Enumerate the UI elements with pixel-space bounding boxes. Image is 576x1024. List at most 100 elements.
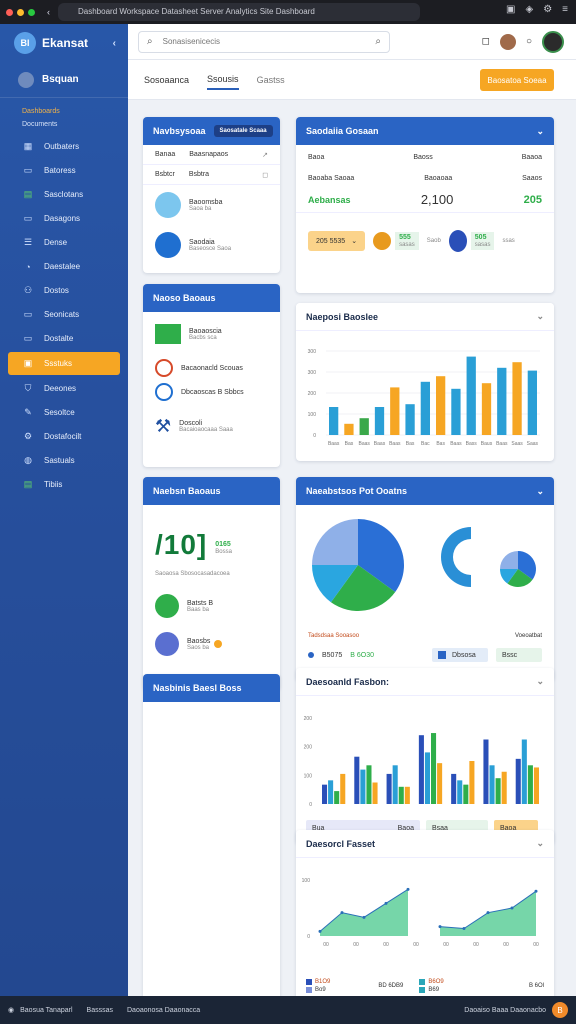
donut-arc <box>441 527 471 587</box>
sidebar-item-3[interactable]: ▭ Dasagons <box>0 207 128 230</box>
card-a-pill[interactable]: Saosatale Scaaa <box>213 125 273 137</box>
status-icon[interactable]: ○ <box>526 36 532 47</box>
card-c-item3[interactable]: Dbcaoscas B Sbbcs <box>143 380 280 404</box>
card-e-header: Naebsn Baoaus <box>143 477 280 505</box>
coin-icon <box>373 232 392 250</box>
sidebar-item-5[interactable]: ◔ Daestalee <box>0 255 128 278</box>
card-f-legend-1[interactable]: Dbsosa <box>432 648 488 662</box>
sidebar-item-0[interactable]: ▦ Outbaters <box>0 135 128 158</box>
minimize-dot[interactable] <box>17 8 24 16</box>
user-avatar[interactable] <box>499 33 516 50</box>
bar <box>374 407 385 435</box>
sidebar-item-12[interactable]: ⚙ Dostafocilt <box>0 425 128 448</box>
pie-slice <box>312 519 358 565</box>
account-avatar[interactable] <box>542 30 564 53</box>
search-box[interactable]: ⌕ ⌕ <box>138 30 390 53</box>
sidebar-item-1[interactable]: ▭ Batoress <box>0 159 128 182</box>
sidebar-item-4[interactable]: ☰ Dense <box>0 231 128 254</box>
footer-left[interactable]: Baosua Tanaparl <box>20 1007 72 1014</box>
card-e-item2-sub: Saos ba <box>187 644 210 651</box>
bar <box>372 782 378 804</box>
sidebar-item-11[interactable]: ✎ Sesoltce <box>0 401 128 424</box>
tab-other[interactable]: Gastss <box>257 71 285 89</box>
card-a-row1-value: Baasnapaos <box>189 151 229 158</box>
status-dot-icon <box>214 640 223 648</box>
sidebar-item-13[interactable]: ◍ Sastuals <box>0 449 128 472</box>
tabs-icon[interactable]: ▣ <box>506 4 515 15</box>
sidebar-item-10[interactable]: ⛉ Deeones <box>0 377 128 400</box>
card-c-item3-name: Dbcaoscas B Sbbcs <box>181 388 244 396</box>
card-h-title: Daesoanld Fasbon: <box>306 676 390 687</box>
profile-row[interactable]: Bsquan <box>0 62 128 98</box>
x-tick-label: Baas <box>359 441 371 447</box>
x-tick-label: 00 <box>533 942 539 948</box>
address-bar[interactable]: Dashboard Workspace Datasheet Server Ana… <box>58 3 420 21</box>
collapse-icon[interactable]: ‹ <box>113 38 116 49</box>
sidebar-item-7[interactable]: ▭ Seonicats <box>0 303 128 326</box>
footer-badge[interactable]: B <box>552 1002 568 1018</box>
chevron-down-icon[interactable]: ⌄ <box>536 676 544 687</box>
chevron-down-icon[interactable]: ⌄ <box>536 838 544 849</box>
mini-pie-slice <box>500 551 518 569</box>
bar <box>512 362 522 435</box>
globe-icon <box>155 594 179 618</box>
bar <box>354 756 360 804</box>
footer-mid2[interactable]: Daoaonosa Daaonacca <box>127 1007 200 1014</box>
sidebar-item-8[interactable]: ▭ Dostalte <box>0 327 128 350</box>
shield-icon: ⛉ <box>24 383 32 393</box>
bar <box>469 761 475 804</box>
chat-icon: ◔ <box>25 261 31 272</box>
card-e-big-value: /10] <box>155 529 208 560</box>
info-icon[interactable]: ◻ <box>262 171 268 179</box>
x-tick-label: Bas <box>406 441 415 447</box>
sidebar-item-6[interactable]: ⚇ Dostos <box>0 279 128 302</box>
sidebar: BI Ekansat ‹ Bsquan Dashboards Documents… <box>0 24 128 996</box>
search-input[interactable] <box>162 37 343 46</box>
card-b-header: Saodaiia Gosaan ⌄ <box>296 117 554 145</box>
card-c-item2[interactable]: Bacaonacld Scouas <box>143 356 280 380</box>
maximize-dot[interactable] <box>28 8 35 16</box>
bar <box>366 765 372 804</box>
envelope-icon <box>155 324 181 344</box>
card-f-caption-left: Tadsdsaa Sooasoo <box>308 633 360 639</box>
card-b-badge-a-sub: sasas <box>399 242 415 248</box>
legend-swatch-icon <box>438 651 446 659</box>
chevron-down-icon[interactable]: ⌄ <box>536 126 544 137</box>
card-i-title: Daesorcl Fasset <box>306 838 376 849</box>
card-b-badge[interactable]: 205 5535 ⌄ <box>308 231 366 251</box>
bar <box>398 786 404 804</box>
card-c-item4[interactable]: ⚒ Doscoli Bacaioaocaaa Saaa <box>143 404 280 448</box>
sort-icon[interactable]: ↗ <box>262 151 268 159</box>
x-tick-label: Saas <box>527 441 539 447</box>
settings-icon[interactable]: ⚙ <box>543 4 552 15</box>
close-dot[interactable] <box>6 8 13 16</box>
blue-dot-icon <box>448 230 467 252</box>
sidebar-item-9[interactable]: ▣ Ssstuks <box>8 352 120 375</box>
globe-icon <box>155 383 173 401</box>
tab-reports[interactable]: Ssousis <box>207 70 239 90</box>
card-a-item1[interactable]: Baoomsba Saoa ba <box>143 185 280 225</box>
tab-overview[interactable]: Sosoaanca <box>144 71 189 89</box>
card-g-header: Nasbinis Baesl Boss <box>143 674 280 702</box>
chevron-down-icon[interactable]: ⌄ <box>536 311 544 322</box>
card-e-item2[interactable]: Baosbs Saos ba <box>143 625 280 663</box>
bar <box>424 752 430 804</box>
search-submit-icon[interactable]: ⌕ <box>375 36 381 47</box>
card-a-item2[interactable]: Saodaia Baseosce Saoa <box>143 225 280 265</box>
card-e-item1[interactable]: Batsts B Baas ba <box>143 587 280 625</box>
sidebar-item-14[interactable]: ▤ Tibiis <box>0 473 128 496</box>
extension-icon[interactable]: ◈ <box>525 4 533 15</box>
globe-icon: ◍ <box>24 455 32 465</box>
menu-icon[interactable]: ≡ <box>562 4 568 15</box>
card-f-legend-2[interactable]: Bssc <box>496 648 542 662</box>
footer-mid[interactable]: Basssas <box>87 1007 113 1014</box>
export-button[interactable]: Baosatoa Soeaa <box>480 69 554 91</box>
sidebar-item-2[interactable]: ▤ Sasclotans <box>0 183 128 206</box>
card-i-legend-3: B69 <box>428 987 440 993</box>
back-icon[interactable]: ‹ <box>47 7 50 17</box>
bar <box>404 786 410 804</box>
chevron-down-icon[interactable]: ⌄ <box>536 486 544 497</box>
notification-icon[interactable]: ◻ <box>482 36 490 47</box>
card-c-item1[interactable]: Baoaoscia Bacbs sca <box>143 312 280 356</box>
brand[interactable]: BI Ekansat ‹ <box>0 24 128 62</box>
